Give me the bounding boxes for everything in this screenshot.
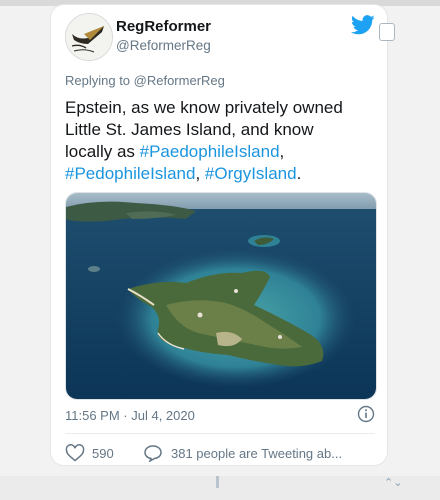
corner-checkbox[interactable] [379, 23, 395, 41]
twitter-bird-icon[interactable] [351, 15, 375, 35]
hashtag-paedophileisland[interactable]: #PaedophileIsland [140, 142, 280, 161]
tweet-photo[interactable] [65, 192, 377, 400]
divider [65, 433, 375, 434]
like-count[interactable]: 590 [92, 446, 114, 461]
bottom-strip [0, 476, 440, 500]
tweeting-count[interactable]: 381 people are Tweeting ab... [171, 446, 342, 461]
avatar[interactable] [65, 13, 113, 61]
hashtag-pedophileisland[interactable]: #PedophileIsland [65, 164, 195, 183]
info-icon[interactable] [357, 405, 375, 423]
replying-to-line[interactable]: Replying to @ReformerReg [65, 73, 225, 88]
heart-icon[interactable] [65, 444, 85, 462]
tweet-text-separator: , [279, 142, 285, 161]
speech-bubble-icon[interactable] [143, 444, 163, 462]
tweet-timestamp[interactable]: 11:56 PM · Jul 4, 2020 [65, 408, 195, 423]
tweet-card[interactable]: RegReformer @ReformerReg Replying to @Re… [50, 4, 395, 466]
bottom-mark [216, 476, 219, 488]
user-handle[interactable]: @ReformerReg [116, 38, 211, 53]
tweet-text-end: . [296, 164, 302, 183]
hashtag-orgyisland[interactable]: #OrgyIsland [205, 164, 297, 183]
tweet-text: Epstein, as we know privately owned Litt… [65, 97, 365, 185]
display-name[interactable]: RegReformer [116, 18, 211, 35]
tweet-text-separator: , [195, 164, 205, 183]
chevron-icon: ⌃⌄ [384, 477, 403, 489]
